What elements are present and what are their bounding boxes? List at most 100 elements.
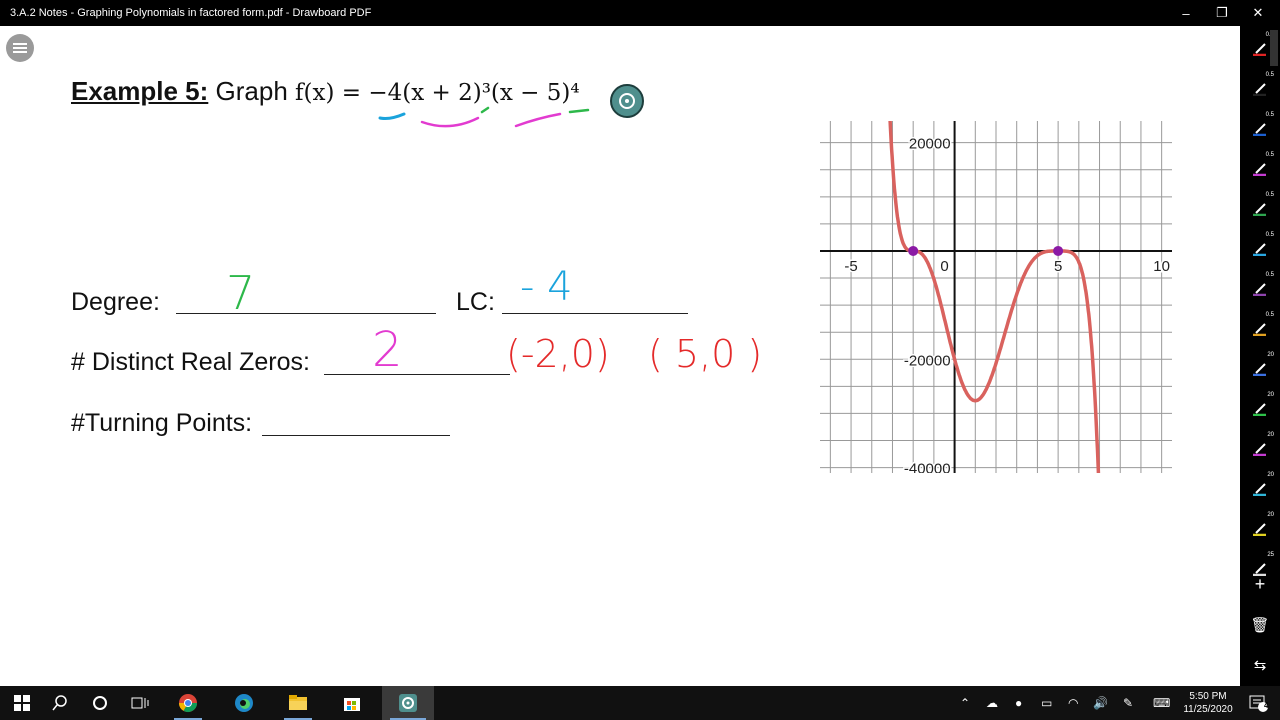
hamburger-menu-button[interactable]: [6, 34, 34, 62]
volume-icon[interactable]: 🔊: [1093, 696, 1108, 710]
close-button[interactable]: ✕: [1240, 0, 1276, 26]
pen-size-label: 0.5: [1265, 312, 1274, 318]
pen-tool-5[interactable]: 0.5: [1240, 190, 1280, 224]
lc-answer: - 4: [520, 264, 573, 310]
pen-size-label: 0.5: [1265, 152, 1274, 158]
pen-icon: [1253, 363, 1266, 376]
pen-icon: [1253, 203, 1266, 216]
pen-tool-4[interactable]: 0.5: [1240, 150, 1280, 184]
drawboard-icon: [399, 694, 417, 712]
lc-blank[interactable]: [502, 313, 688, 314]
pen-size-label: 0.5: [1265, 72, 1274, 78]
pen-icon: [1253, 523, 1266, 536]
x-tick-label: -5: [844, 258, 857, 275]
wifi-icon[interactable]: ◠: [1068, 696, 1078, 710]
pen-tool-11[interactable]: 20: [1240, 430, 1280, 464]
grid-lines: [820, 121, 1172, 473]
y-tick-label: -40000: [904, 461, 951, 473]
zero-point: [908, 245, 919, 256]
pen-icon: [1253, 443, 1266, 456]
floating-settings-button[interactable]: [610, 84, 644, 118]
pen-size-label: 20: [1267, 432, 1274, 438]
zero-point: [1053, 245, 1064, 256]
search-button[interactable]: [38, 686, 82, 720]
folder-icon: [289, 695, 307, 710]
system-clock[interactable]: 5:50 PM 11/25/2020: [1180, 690, 1236, 716]
zero-2: ( 5,0 ): [648, 332, 763, 376]
pen-size-label: 20: [1267, 352, 1274, 358]
chrome-icon: [179, 694, 197, 713]
pen-tool-7[interactable]: 0.5: [1240, 270, 1280, 304]
pen-icon[interactable]: ✎: [1123, 696, 1133, 710]
chrome-taskbar-button[interactable]: [166, 686, 210, 720]
edge-icon: [235, 694, 253, 712]
green-tick-1: [480, 106, 490, 114]
lc-label: LC:: [456, 288, 495, 316]
pen-icon: [1253, 163, 1266, 176]
pen-icon: [1253, 323, 1266, 336]
pen-tool-13[interactable]: 20: [1240, 510, 1280, 544]
example-text: Graph: [215, 76, 288, 106]
pen-icon: [1253, 243, 1266, 256]
x-tick-label: 5: [1054, 258, 1062, 275]
add-tool-icon[interactable]: +: [1240, 574, 1280, 595]
microphone-icon[interactable]: ●: [1015, 696, 1022, 710]
toolbar-scrollbar[interactable]: [1270, 30, 1278, 66]
degree-blank[interactable]: [176, 313, 436, 314]
zero-1: (-2,0): [506, 332, 610, 376]
edge-taskbar-button[interactable]: [222, 686, 266, 720]
window-title: 3.A.2 Notes - Graphing Polynomials in fa…: [10, 7, 372, 19]
pen-tool-3[interactable]: 0.5: [1240, 110, 1280, 144]
degree-answer: 7: [226, 266, 256, 320]
y-tick-label: -20000: [904, 352, 951, 369]
x-tick-label: 10: [1153, 258, 1170, 275]
blue-underline: [378, 112, 406, 120]
notification-count: 4: [1264, 701, 1269, 710]
windows-icon: [14, 695, 30, 711]
menu-icon: [13, 47, 27, 49]
degree-label: Degree:: [71, 288, 160, 316]
minimize-button[interactable]: –: [1168, 0, 1204, 26]
swap-side-icon[interactable]: ⇆: [1240, 656, 1280, 674]
y-tick-label: 20000: [909, 136, 951, 153]
turning-blank[interactable]: [262, 435, 450, 436]
pen-tool-8[interactable]: 0.5: [1240, 310, 1280, 344]
pen-tool-12[interactable]: 20: [1240, 470, 1280, 504]
pen-icon: [1253, 483, 1266, 496]
pdf-page[interactable]: Example 5: Graph f(x) = −4(x + 2)³(x − 5…: [0, 26, 1240, 686]
magenta-underline-1: [420, 116, 480, 128]
show-hidden-icons-button[interactable]: ⌃: [960, 696, 970, 710]
battery-icon[interactable]: ▭: [1041, 696, 1052, 710]
x-tick-label: 0: [940, 258, 948, 275]
pen-tool-6[interactable]: 0.5: [1240, 230, 1280, 264]
magenta-underline-2: [514, 112, 562, 128]
task-view-button[interactable]: [118, 686, 162, 720]
pen-tool-10[interactable]: 20: [1240, 390, 1280, 424]
pen-tool-2[interactable]: 0.5: [1240, 70, 1280, 104]
cortana-button[interactable]: [78, 686, 122, 720]
polynomial-curve: [888, 121, 1101, 473]
notification-center-button[interactable]: 4: [1238, 686, 1278, 720]
restore-button[interactable]: ❐: [1204, 0, 1240, 26]
pen-icon: [1253, 403, 1266, 416]
store-taskbar-button[interactable]: [330, 686, 374, 720]
zeros-label: # Distinct Real Zeros:: [71, 348, 310, 376]
pen-size-label: 20: [1267, 512, 1274, 518]
drawboard-taskbar-button[interactable]: [382, 686, 434, 720]
zeros-blank[interactable]: [324, 374, 510, 375]
delete-icon[interactable]: 🗑: [1240, 616, 1280, 634]
pen-size-label: 20: [1267, 472, 1274, 478]
example-heading: Example 5: Graph f(x) = −4(x + 2)³(x − 5…: [71, 76, 580, 107]
taskbar: ⌃ ☁ ● ▭ ◠ 🔊 ✎ ⌨ 5:50 PM 11/25/2020 4: [0, 686, 1280, 720]
onedrive-icon[interactable]: ☁: [986, 696, 998, 710]
keyboard-icon[interactable]: ⌨: [1153, 696, 1170, 710]
pen-size-label: 25: [1267, 552, 1274, 558]
cortana-icon: [93, 696, 107, 710]
pen-tool-9[interactable]: 20: [1240, 350, 1280, 384]
zeros-answer: 2: [372, 322, 403, 378]
pen-icon: [1253, 83, 1266, 96]
clock-date: 11/25/2020: [1183, 704, 1233, 715]
turning-label: #Turning Points:: [71, 409, 253, 437]
pen-icon: [1253, 283, 1266, 296]
file-explorer-taskbar-button[interactable]: [276, 686, 320, 720]
